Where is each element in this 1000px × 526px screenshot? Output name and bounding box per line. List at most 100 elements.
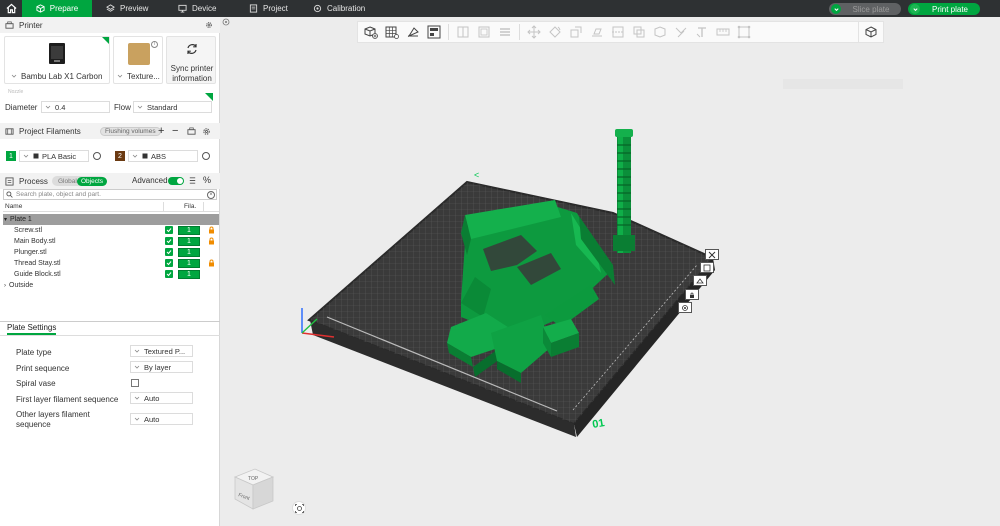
plate-corner-mark: < — [474, 170, 479, 180]
objects-toggle[interactable]: Objects — [77, 177, 108, 186]
divider — [0, 335, 220, 336]
target-icon — [313, 4, 322, 13]
other-layers-sequence-label-line2: sequence — [16, 420, 51, 429]
chevron-down-icon — [117, 74, 123, 78]
spiral-vase-checkbox[interactable] — [131, 379, 139, 387]
nozzle-label: Nozzle — [8, 89, 24, 95]
filament-selector[interactable]: 1 — [178, 226, 200, 235]
chevron-down-icon[interactable] — [831, 4, 841, 14]
advanced-toggle[interactable] — [168, 177, 184, 185]
object-row[interactable]: Thread Stay.stl 1 — [3, 258, 219, 269]
chevron-down-icon — [132, 154, 138, 158]
tab-device[interactable]: Device — [178, 0, 216, 17]
object-name: Screw.stl — [14, 227, 43, 234]
document-icon — [249, 4, 258, 13]
object-row[interactable]: Screw.stl 1 — [3, 225, 219, 236]
zoom-fit-button[interactable] — [292, 501, 306, 515]
plate-lock-icon[interactable] — [685, 289, 699, 300]
other-layers-sequence-select[interactable]: Auto — [130, 413, 193, 425]
checkbox[interactable] — [165, 270, 173, 278]
lock-icon — [209, 237, 214, 245]
flow-select[interactable]: Standard — [133, 101, 212, 113]
object-search-input[interactable]: Search plate, object and part. — [3, 189, 217, 200]
tab-label: Calibration — [327, 4, 366, 13]
checkbox[interactable] — [165, 237, 173, 245]
plate-settings-icon[interactable] — [678, 302, 692, 313]
printer-selector-card[interactable]: Bambu Lab X1 Carbon — [4, 36, 110, 84]
tab-preview[interactable]: Preview — [106, 0, 148, 17]
add-filament-icon[interactable]: + — [158, 125, 164, 137]
print-plate-label: Print plate — [931, 4, 969, 14]
filament-2-index[interactable]: 2 — [115, 151, 125, 161]
filament-1-index[interactable]: 1 — [6, 151, 16, 161]
advanced-label: Advanced — [132, 176, 168, 185]
checkbox[interactable] — [165, 248, 173, 256]
plate-remove-icon[interactable] — [705, 249, 719, 260]
filament-selector[interactable]: 1 — [178, 259, 200, 268]
filament-2-edit-icon[interactable] — [202, 152, 210, 160]
outside-row[interactable]: › Outside — [3, 280, 219, 291]
remove-filament-icon[interactable]: − — [172, 125, 178, 137]
plate-row[interactable]: ▾ Plate 1 — [3, 214, 219, 225]
tab-label: Project — [263, 4, 288, 13]
filament-2-select[interactable]: ABS — [128, 150, 198, 162]
filament-selector[interactable]: 1 — [178, 248, 200, 257]
plate-orient-icon[interactable] — [693, 275, 707, 286]
other-layers-sequence-label-line1: Other layers filament — [16, 410, 90, 419]
slice-plate-button[interactable]: Slice plate — [829, 3, 901, 15]
sync-filament-icon[interactable] — [187, 127, 196, 136]
object-row[interactable]: Main Body.stl 1 — [3, 236, 219, 247]
gear-icon[interactable] — [205, 21, 213, 29]
home-button[interactable] — [0, 0, 22, 17]
flushing-volumes-button[interactable]: Flushing volumes — [100, 127, 161, 136]
diameter-select[interactable]: 0.4 — [41, 101, 110, 113]
print-sequence-select[interactable]: By layer — [130, 361, 193, 373]
sync-printer-button[interactable]: Sync printer information — [166, 36, 216, 84]
spiral-vase-label: Spiral vase — [16, 379, 56, 388]
checkbox[interactable] — [165, 259, 173, 267]
first-layer-sequence-select[interactable]: Auto — [130, 392, 193, 404]
tab-plate-settings[interactable]: Plate Settings — [7, 323, 57, 335]
object-row[interactable]: Guide Block.stl 1 — [3, 269, 219, 280]
printer-thumbnail-icon — [49, 43, 65, 64]
build-plate-scene: 01 < — [301, 129, 715, 437]
filament-1-select[interactable]: PLA Basic — [19, 150, 89, 162]
chevron-down-icon — [137, 105, 143, 109]
info-icon[interactable]: i — [151, 41, 158, 48]
view-cube[interactable]: TOP Front — [229, 463, 279, 513]
print-plate-button[interactable]: Print plate — [908, 3, 980, 15]
tab-prepare[interactable]: Prepare — [22, 0, 92, 17]
object-name: Plunger.stl — [14, 249, 47, 256]
chevron-down-icon — [134, 365, 140, 369]
tab-calibration[interactable]: Calibration — [313, 0, 365, 17]
clear-search-icon[interactable]: × — [207, 191, 215, 199]
tab-label: Preview — [120, 4, 149, 13]
sync-label-line1: Sync printer — [170, 64, 214, 73]
layers-icon — [106, 4, 115, 12]
plate-type-label: Plate type — [16, 348, 52, 357]
checkbox[interactable] — [165, 226, 173, 234]
filament-selector[interactable]: 1 — [178, 270, 200, 279]
object-row[interactable]: Plunger.stl 1 — [3, 247, 219, 258]
zoom-fit-icon — [294, 503, 304, 513]
compare-icon[interactable] — [188, 176, 197, 185]
chevron-down-icon — [134, 417, 140, 421]
filament-icon — [5, 127, 14, 135]
plate-type-select[interactable]: Textured P... — [130, 345, 193, 357]
filament-selector[interactable]: 1 — [178, 237, 200, 246]
3d-viewport[interactable]: 01 < TOP Front — [221, 17, 1000, 526]
filament-1-edit-icon[interactable] — [93, 152, 101, 160]
chevron-down-icon[interactable] — [910, 4, 920, 14]
plate-type-card[interactable]: i Texture... — [113, 36, 163, 84]
printer-icon — [5, 21, 14, 29]
gear-icon[interactable] — [202, 127, 211, 136]
print-sequence-label: Print sequence — [16, 364, 70, 373]
slice-plate-label: Slice plate — [852, 4, 890, 14]
filament-spool-icon — [142, 153, 148, 159]
plate-arrange-icon[interactable] — [700, 262, 714, 273]
diameter-label: Diameter — [5, 103, 38, 112]
lock-icon — [209, 226, 214, 234]
tab-project[interactable]: Project — [249, 0, 288, 17]
percent-icon[interactable]: % — [203, 175, 211, 185]
chevron-down-icon — [134, 349, 140, 353]
